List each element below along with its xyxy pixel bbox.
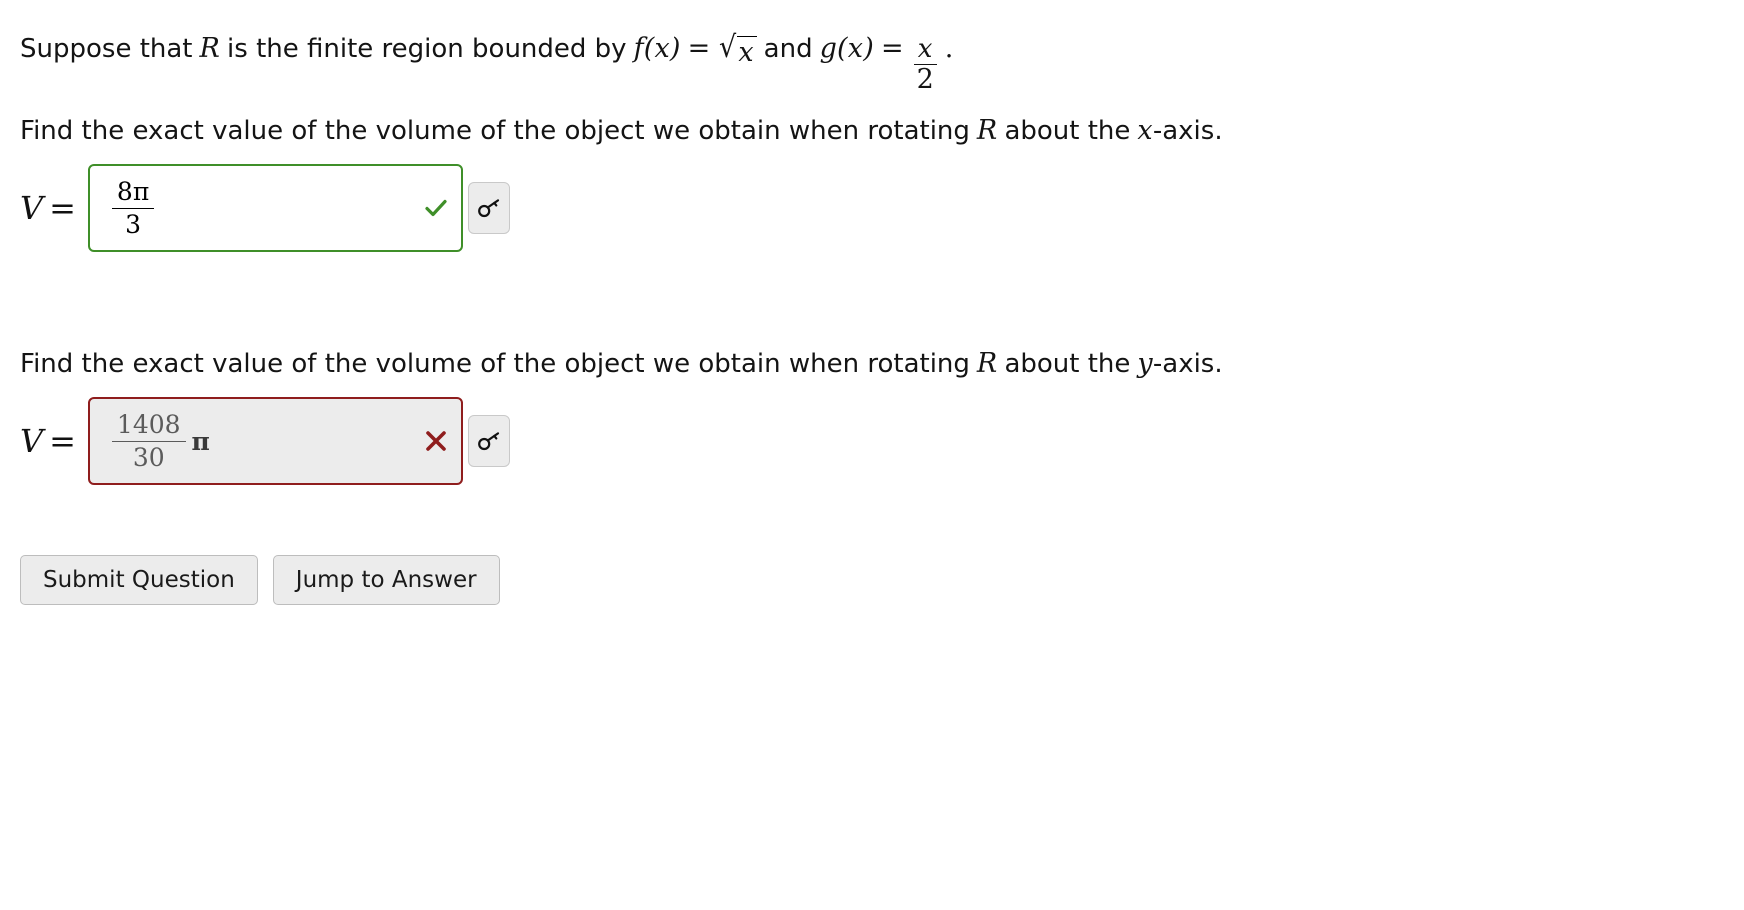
part-2-answer-input[interactable]: 1408 30 π [87, 397, 463, 486]
statement-period: . [944, 33, 954, 64]
part-2-prompt: Find the exact value of the volume of th… [20, 348, 1744, 379]
part-1-fraction-denominator: 3 [125, 209, 142, 239]
part-1-answer-value: 8π 3 [111, 177, 155, 239]
part-1-prompt-mid: about the [1004, 116, 1131, 147]
part-1-answer-row: V = 8π 3 [20, 164, 1744, 253]
statement-conjunction: and [763, 34, 813, 64]
part-2-fraction-denominator: 30 [132, 442, 165, 472]
part-1-answer-input[interactable]: 8π 3 [87, 164, 463, 253]
part-1-fraction-numerator: 8π [111, 177, 155, 209]
statement-intro-prefix: Suppose that [20, 34, 193, 64]
part-1-axis-symbol: x-axis. [1137, 115, 1223, 147]
square-root-expression: √ x [718, 30, 757, 66]
check-icon [423, 195, 449, 221]
part-2-fraction: 1408 30 [111, 410, 186, 472]
statement-intro-mid: is the finite region bounded by [227, 34, 627, 64]
part-2-answer-label: V = [20, 422, 76, 461]
key-icon [478, 432, 500, 451]
equals-sign-f: = [687, 33, 711, 64]
part-2-answer-key-button[interactable] [467, 415, 510, 468]
part-2-fraction-numerator: 1408 [111, 410, 186, 442]
jump-to-answer-button[interactable]: Jump to Answer [272, 555, 500, 606]
part-1-answer-key-button[interactable] [467, 182, 510, 235]
equals-sign-g: = [880, 33, 904, 64]
statement-region-symbol: R [199, 33, 221, 64]
radicand: x [737, 36, 757, 66]
question-page: Suppose that R is the finite region boun… [0, 0, 1744, 606]
cross-icon [423, 428, 449, 454]
part-1-fraction: 8π 3 [111, 177, 155, 239]
part-2-prompt-prefix: Find the exact value of the volume of th… [20, 349, 970, 380]
submit-question-button[interactable]: Submit Question [20, 555, 258, 606]
g-fraction-numerator: x [913, 36, 937, 65]
function-f-name: f(x) [633, 33, 681, 64]
problem-statement: Suppose that R is the finite region boun… [20, 32, 1744, 93]
key-icon [478, 199, 500, 218]
part-1-prompt: Find the exact value of the volume of th… [20, 115, 1744, 146]
radical-sign: √ [719, 30, 737, 65]
part-2-prompt-mid: about the [1004, 349, 1131, 380]
g-fraction: x 2 [913, 36, 938, 93]
g-fraction-denominator: 2 [916, 63, 934, 95]
part-1-prompt-prefix: Find the exact value of the volume of th… [20, 116, 970, 147]
part-2-region-symbol: R [976, 348, 998, 380]
part-2-answer-value: 1408 30 π [111, 410, 210, 472]
part-2-axis-symbol: y-axis. [1137, 348, 1223, 380]
footer-button-row: Submit Question Jump to Answer [20, 555, 1744, 606]
part-2-answer-trailing-symbol: π [191, 426, 210, 456]
part-1-answer-label: V = [20, 189, 76, 228]
part-2-answer-row: V = 1408 30 π [20, 397, 1744, 486]
function-g-name: g(x) [819, 33, 874, 64]
part-1-region-symbol: R [976, 115, 998, 147]
